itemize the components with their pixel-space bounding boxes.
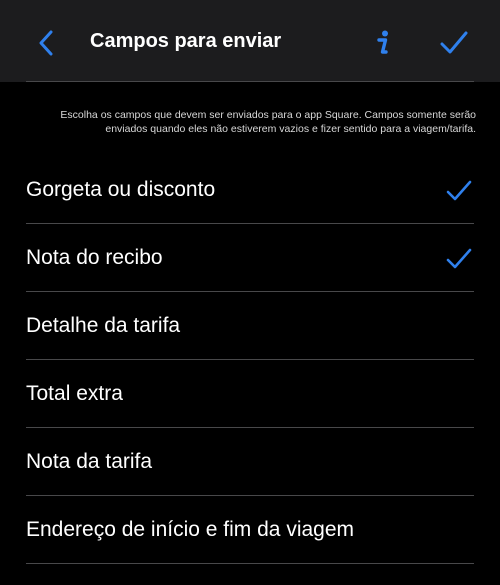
field-label: Detalhe da tarifa xyxy=(26,314,181,337)
info-icon xyxy=(377,30,388,54)
field-row[interactable]: Nota do recibo xyxy=(0,224,500,292)
row-separator xyxy=(26,563,474,564)
field-label: Total extra xyxy=(26,382,123,405)
chevron-left-icon xyxy=(39,30,53,56)
checkmark-icon xyxy=(446,248,472,269)
field-row[interactable]: Endereço de início e fim da viagem xyxy=(0,496,500,564)
checkmark-icon xyxy=(440,31,468,54)
field-row[interactable]: Nota da tarifa xyxy=(0,428,500,496)
back-button[interactable] xyxy=(28,25,64,61)
field-label: Gorgeta ou disconto xyxy=(26,178,216,201)
field-label: Nota do recibo xyxy=(26,246,163,269)
field-label: Nota da tarifa xyxy=(26,450,153,473)
field-label: Endereço de início e fim da viagem xyxy=(26,518,355,541)
nav-divider xyxy=(26,81,474,82)
done-button[interactable] xyxy=(434,25,474,61)
field-row[interactable]: Detalhe da tarifa xyxy=(0,292,500,360)
page-title: Campos para enviar xyxy=(90,30,282,52)
info-button[interactable] xyxy=(366,24,400,62)
field-row[interactable]: Total extra xyxy=(0,360,500,428)
field-row[interactable]: Gorgeta ou disconto xyxy=(0,156,500,224)
checkmark-icon xyxy=(446,180,472,201)
description-text: Escolha os campos que devem ser enviados… xyxy=(60,109,476,135)
field-list: Gorgeta ou disconto Nota do recibo Detal… xyxy=(0,156,500,564)
navigation-bar: Campos para enviar xyxy=(0,0,500,82)
